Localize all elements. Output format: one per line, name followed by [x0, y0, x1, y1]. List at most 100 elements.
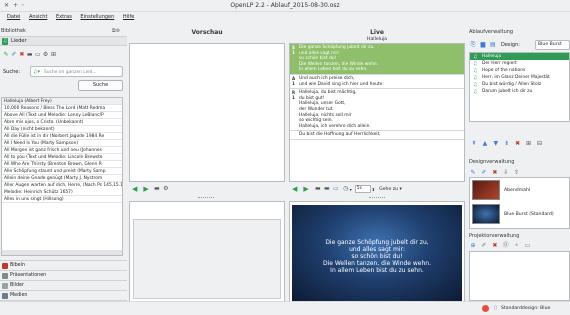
delete-theme-icon[interactable]: ✖: [492, 170, 498, 176]
go-live-icon[interactable]: ▭: [35, 52, 41, 58]
open-service-icon[interactable]: ▆: [480, 42, 486, 48]
service-order-toolbar: ⇞ ▲ ▼ ⇟ ✖ ⊞ ⊟: [471, 140, 543, 147]
song-list-item[interactable]: All Who Are Thirsty (Brenton Brown, Glen…: [2, 161, 122, 168]
service-item[interactable]: ♫ Der Herr regiert: [470, 60, 569, 67]
move-down-icon[interactable]: ▼: [493, 141, 499, 147]
category-bibeln[interactable]: Bibeln: [0, 260, 127, 270]
themes-list[interactable]: Abendmahl Blue Burst (Standard): [469, 177, 570, 229]
edit-projector-icon[interactable]: ✐: [481, 243, 487, 249]
category-bilder[interactable]: Bilder: [0, 280, 127, 290]
live-slide-list[interactable]: S 1 Die ganze Schöpfung jubelt dir zu, u…: [289, 43, 465, 182]
settings-icon[interactable]: ⚙: [43, 52, 49, 58]
song-list-item[interactable]: 10,000 Reasons / Bless The Lord (Matt Re…: [2, 105, 122, 112]
service-item[interactable]: ♫ Du bist würdig / Allen Stolz: [470, 81, 569, 88]
song-list-item[interactable]: All die Fülle ist in dir (Norbert Jagode…: [2, 133, 122, 140]
new-song-icon[interactable]: ✎: [3, 52, 9, 58]
theme-item[interactable]: Blue Burst (Standard): [470, 202, 569, 226]
slide-tag: S 1: [290, 44, 297, 74]
splitter-handle[interactable]: [198, 197, 214, 198]
design-select[interactable]: Blue Burst: [535, 40, 570, 50]
horizontal-scrollbar[interactable]: [2, 250, 122, 255]
song-list-item[interactable]: Alles in uns singt (Hillsong): [2, 196, 122, 203]
service-list[interactable]: ♫ Halleluja ♫ Der Herr regiert ♫ Hope of th…: [469, 52, 570, 122]
menu-einstellungen[interactable]: Einstellungen: [80, 12, 114, 23]
songs-category[interactable]: ♫ Lieder: [0, 36, 127, 46]
panel-float-close-icon[interactable]: ⧉⊗: [112, 28, 120, 34]
projector-info-icon[interactable]: ⓪: [503, 243, 509, 249]
projector-view-icon[interactable]: ▭: [525, 243, 531, 249]
edit-theme-icon[interactable]: ✐: [481, 170, 487, 176]
new-theme-icon[interactable]: ✎: [470, 170, 476, 176]
service-item[interactable]: ♫ Darum jubelt ich dir zu: [470, 88, 569, 95]
splitter-handle[interactable]: [369, 197, 385, 198]
previous-slide-icon[interactable]: ◀: [292, 185, 297, 193]
search-input[interactable]: ♫▾ Suche im ganzen Lied...: [30, 66, 123, 77]
live-slide-next[interactable]: Du bist die Hoffnung auf Herrlichkeit,: [290, 131, 464, 140]
next-slide-icon[interactable]: ▶: [143, 185, 148, 193]
song-list-item[interactable]: All Day (nicht bekannt): [2, 126, 122, 133]
preview-icon[interactable]: ▬: [27, 52, 33, 58]
delete-projector-icon[interactable]: ✖: [492, 243, 498, 249]
song-list-item[interactable]: All to you (Text und Melodie: Lincoln Br…: [2, 154, 122, 161]
dropdown-arrow-icon[interactable]: ▾: [350, 187, 352, 192]
expand-icon[interactable]: ⊞: [526, 141, 532, 147]
live-screen-text: Die ganze Schöpfung jubelt dir zu, und a…: [292, 239, 462, 274]
import-theme-icon[interactable]: ⇩: [503, 170, 509, 176]
spin-icon[interactable]: ⬍: [372, 187, 375, 192]
service-item[interactable]: ♫ Hope of the nations: [470, 67, 569, 74]
delete-item-icon[interactable]: ✖: [515, 141, 521, 147]
show-desktop-icon[interactable]: ▭: [333, 186, 339, 192]
next-slide-icon[interactable]: ▶: [303, 185, 308, 193]
song-list-item[interactable]: Allein deine Gnade genügt (Marty J. Nyst…: [2, 175, 122, 182]
menu-hilfe[interactable]: Hilfe: [123, 12, 134, 23]
live-slide-a-1[interactable]: A 1 Und auch ich preise dich, und wie Da…: [290, 75, 464, 90]
save-service-icon[interactable]: ▤: [490, 42, 496, 48]
category-medien[interactable]: Medien: [0, 290, 127, 300]
goto-button[interactable]: Gehe zu ▾: [379, 187, 402, 192]
song-list-item[interactable]: Alle Schöpfung staunt und preist (Marty …: [2, 168, 122, 175]
previous-slide-icon[interactable]: ◀: [132, 185, 137, 193]
move-up-icon[interactable]: ▲: [482, 141, 488, 147]
search-button[interactable]: Suche: [78, 80, 123, 91]
blank-theme-icon[interactable]: ▬: [324, 186, 330, 192]
menu-datei[interactable]: Datei: [7, 12, 20, 23]
slide-tag: R 1: [291, 90, 296, 101]
song-list[interactable]: Halleluja (Albert Frey) 10,000 Reasons /…: [1, 97, 123, 256]
song-list-item-continued[interactable]: Melodie: Heinrich Schütz 1657): [2, 189, 122, 196]
song-list-item[interactable]: All Morgen ist ganz frisch und neu (Joha…: [2, 147, 122, 154]
live-status-icon: [482, 305, 489, 312]
add-projector-icon[interactable]: ⊕: [470, 243, 476, 249]
blank-screen-icon[interactable]: ▬: [315, 186, 321, 192]
connect-projector-icon[interactable]: ⚬: [514, 243, 520, 249]
go-live-icon[interactable]: ▬: [154, 186, 160, 192]
edit-song-icon[interactable]: ✐: [11, 52, 17, 58]
add-to-service-icon[interactable]: ⊞: [51, 52, 57, 58]
category-praesentationen[interactable]: Präsentationen: [0, 270, 127, 280]
preview-slide-list[interactable]: [129, 43, 285, 182]
search-type-icon[interactable]: ♫▾: [33, 69, 40, 75]
live-slide-verse-1[interactable]: S 1 Die ganze Schöpfung jubelt dir zu, u…: [290, 44, 464, 75]
song-list-item[interactable]: Abre mis ojos, o Cristo. (Unbekannt): [2, 119, 122, 126]
service-item-label: Herr, im Glanz Deiner Majestät: [482, 75, 550, 80]
move-bottom-icon[interactable]: ⇟: [504, 141, 510, 147]
move-top-icon[interactable]: ⇞: [471, 141, 477, 147]
theme-item[interactable]: Abendmahl: [470, 178, 569, 202]
service-item[interactable]: ♫ Herr, im Glanz Deiner Majestät: [470, 74, 569, 81]
song-list-item[interactable]: Halleluja (Albert Frey): [2, 98, 122, 105]
delete-song-icon[interactable]: ✖: [19, 52, 25, 58]
menu-extras[interactable]: Extras: [56, 12, 72, 23]
loop-icon[interactable]: ◷: [343, 186, 349, 192]
song-list-item[interactable]: All I Need Is You (Marty Sampson): [2, 140, 122, 147]
song-list-item[interactable]: Aller Augen warten auf dich, Herre, (Nac…: [2, 182, 122, 189]
collapse-icon[interactable]: ⊟: [537, 141, 543, 147]
export-theme-icon[interactable]: ⇧: [514, 170, 520, 176]
song-list-item[interactable]: Above All (Text und Melodie: Lenny LeBla…: [2, 112, 122, 119]
new-service-icon[interactable]: ⎘: [470, 42, 476, 48]
projectors-list[interactable]: [469, 251, 570, 301]
service-item[interactable]: ♫ Halleluja: [470, 53, 569, 60]
openlp-window: ✕ + ◦ OpenLP 2.2 - Ablauf_2015-08-30.osz…: [0, 0, 570, 315]
add-to-service-icon[interactable]: ⚙: [163, 186, 169, 192]
delay-spinbox[interactable]: 5s: [354, 185, 371, 193]
menu-ansicht[interactable]: Ansicht: [29, 12, 47, 23]
live-slide-refrain-1[interactable]: R 1 Halleluja, du bist mächtig, du bist …: [290, 89, 464, 132]
